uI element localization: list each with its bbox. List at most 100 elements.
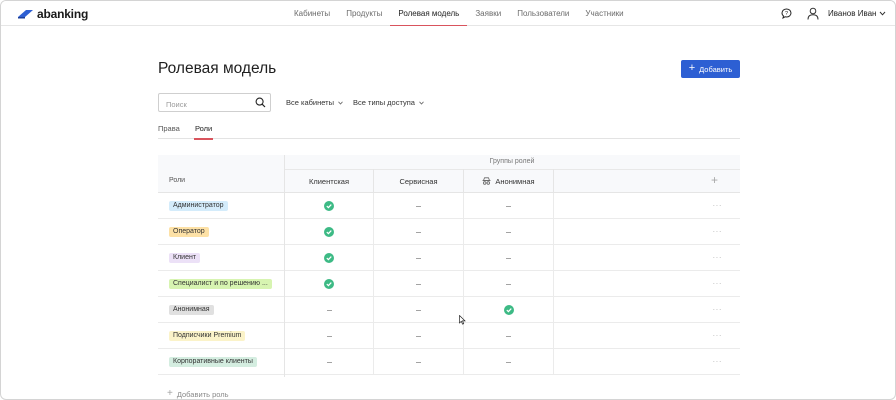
plus-icon: + xyxy=(688,62,696,74)
role-group-cell[interactable] xyxy=(373,245,463,271)
role-group-cell[interactable] xyxy=(284,349,373,375)
role-badge[interactable]: Корпоративные клиенты xyxy=(169,357,257,367)
more-options-icon[interactable]: ··· xyxy=(713,202,723,210)
nav-item-2[interactable]: Ролевая модель xyxy=(390,1,468,26)
dash-icon xyxy=(416,335,421,337)
logo-text: abanking xyxy=(37,6,89,21)
tab-rights[interactable]: Права xyxy=(158,124,180,133)
role-group-cell[interactable] xyxy=(373,323,463,349)
role-group-cell[interactable] xyxy=(284,297,373,323)
dash-icon xyxy=(326,361,332,363)
column-header-anonymous: Анонимная xyxy=(463,169,553,193)
user-name[interactable]: Иванов Иван xyxy=(828,9,876,18)
role-group-cell[interactable] xyxy=(284,219,373,245)
more-options-icon[interactable]: ··· xyxy=(713,228,723,236)
add-role-button[interactable]: + Добавить роль xyxy=(167,389,229,399)
more-options-icon[interactable]: ··· xyxy=(713,358,723,366)
plus-icon: + xyxy=(167,388,173,399)
role-group-cell[interactable] xyxy=(463,349,553,375)
page-title: Ролевая модель xyxy=(158,60,277,77)
search-input[interactable] xyxy=(159,96,249,113)
table-row[interactable]: Клиент ··· xyxy=(158,245,740,271)
check-icon xyxy=(503,305,514,315)
table-header: Роли Группы ролей Клиентская Сервисная А… xyxy=(158,155,740,193)
roles-table: Роли Группы ролей Клиентская Сервисная А… xyxy=(158,155,740,377)
table-row[interactable]: Администратор ··· xyxy=(158,193,740,219)
role-group-cell[interactable] xyxy=(284,323,373,349)
more-options-icon[interactable]: ··· xyxy=(713,332,723,340)
row-actions-cell: ··· xyxy=(553,245,740,271)
chevron-down-icon xyxy=(338,101,343,105)
dash-icon xyxy=(416,361,421,363)
access-type-filter-label: Все типы доступа xyxy=(353,98,415,107)
top-bar: abanking Кабинеты Продукты Ролевая модель З… xyxy=(1,1,895,26)
role-badge[interactable]: Администратор xyxy=(169,201,228,211)
cabinets-filter-label: Все кабинеты xyxy=(286,98,334,107)
role-group-cell[interactable] xyxy=(463,219,553,245)
dash-icon xyxy=(506,231,511,233)
table-row[interactable]: Специалист и по решению ... ··· xyxy=(158,271,740,297)
row-actions-cell: ··· xyxy=(553,349,740,375)
nav-item-3[interactable]: Заявки xyxy=(467,1,509,26)
role-group-cell[interactable] xyxy=(463,193,553,219)
dash-icon xyxy=(506,205,511,207)
more-options-icon[interactable]: ··· xyxy=(713,280,723,288)
more-options-icon[interactable]: ··· xyxy=(713,306,723,314)
role-group-cell[interactable] xyxy=(463,297,553,323)
role-badge[interactable]: Оператор xyxy=(169,227,209,237)
role-group-cell[interactable] xyxy=(284,245,373,271)
tabs: Права Роли xyxy=(158,122,740,140)
more-options-icon[interactable]: ··· xyxy=(713,254,723,262)
nav-item-1[interactable]: Продукты xyxy=(338,1,390,26)
role-badge[interactable]: Подписчики Premium xyxy=(169,331,246,341)
role-group-cell[interactable] xyxy=(373,193,463,219)
role-group-cell[interactable] xyxy=(284,193,373,219)
role-group-cell[interactable] xyxy=(373,349,463,375)
table-row[interactable]: Оператор ··· xyxy=(158,219,740,245)
chevron-down-icon xyxy=(419,101,424,105)
dash-icon xyxy=(506,257,511,259)
add-column-plus-icon[interactable]: + xyxy=(711,174,718,186)
role-group-cell[interactable] xyxy=(373,297,463,323)
logo[interactable]: abanking xyxy=(17,6,88,21)
help-chat-icon[interactable]: ? xyxy=(781,8,792,19)
role-badge[interactable]: Специалист и по решению ... xyxy=(169,279,272,289)
main-nav: Кабинеты Продукты Ролевая модель Заявки Поль… xyxy=(286,1,632,26)
row-actions-cell: ··· xyxy=(553,323,740,349)
app-window: abanking Кабинеты Продукты Ролевая модель З… xyxy=(0,0,896,400)
dash-icon xyxy=(416,283,421,285)
table-row[interactable]: Анонимная ··· xyxy=(158,297,740,323)
add-button[interactable]: + Добавить xyxy=(681,60,740,78)
nav-item-0[interactable]: Кабинеты xyxy=(286,1,338,26)
check-icon xyxy=(324,201,334,211)
user-avatar-icon[interactable] xyxy=(807,7,819,20)
role-group-cell[interactable] xyxy=(463,323,553,349)
add-role-label: Добавить роль xyxy=(176,389,229,399)
tab-roles[interactable]: Роли xyxy=(193,124,214,140)
mouse-cursor-icon xyxy=(459,315,466,325)
nav-item-5[interactable]: Участники xyxy=(577,1,631,26)
logo-icon xyxy=(18,9,33,18)
table-body: Администратор ··· Оператор ··· Клиент ··· Спец… xyxy=(158,193,740,375)
role-badge[interactable]: Анонимная xyxy=(169,305,214,315)
access-type-filter[interactable]: Все типы доступа xyxy=(353,98,424,107)
cabinets-filter[interactable]: Все кабинеты xyxy=(286,98,343,107)
row-actions-cell: ··· xyxy=(553,271,740,297)
check-icon xyxy=(324,253,334,263)
roles-column-header: Роли xyxy=(169,177,186,184)
role-group-cell[interactable] xyxy=(373,219,463,245)
table-row[interactable]: Подписчики Premium ··· xyxy=(158,323,740,349)
table-row[interactable]: Корпоративные клиенты ··· xyxy=(158,349,740,375)
role-badge[interactable]: Клиент xyxy=(169,253,201,263)
role-group-cell[interactable] xyxy=(373,271,463,297)
row-actions-cell: ··· xyxy=(553,297,740,323)
chevron-down-icon[interactable] xyxy=(879,11,886,16)
row-actions-cell: ··· xyxy=(553,193,740,219)
dash-icon xyxy=(416,309,421,311)
nav-item-4[interactable]: Пользователи xyxy=(509,1,577,26)
role-group-cell[interactable] xyxy=(284,271,373,297)
role-group-cell[interactable] xyxy=(463,245,553,271)
role-group-cell[interactable] xyxy=(463,271,553,297)
search-icon[interactable] xyxy=(255,97,266,108)
dash-icon xyxy=(416,231,421,233)
